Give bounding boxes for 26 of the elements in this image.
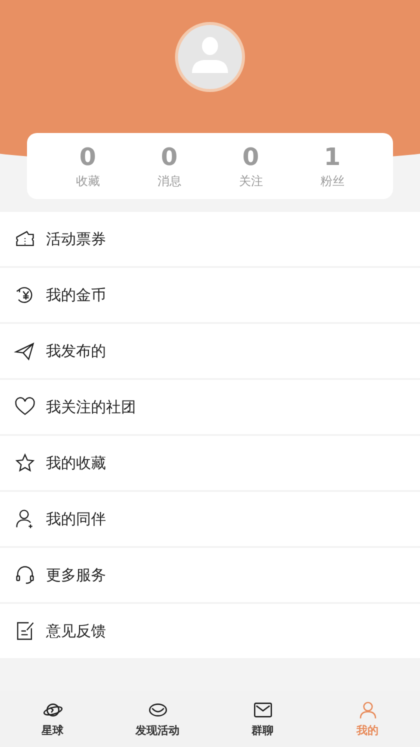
stat-count: 0 xyxy=(242,142,260,170)
stat-count: 0 xyxy=(79,142,96,170)
headset-icon xyxy=(14,564,36,586)
stat-count: 1 xyxy=(324,142,341,170)
menu-item[interactable]: 我的收藏 xyxy=(0,436,420,490)
menu-item[interactable]: 活动票券 xyxy=(0,212,420,266)
stat-label: 收藏 xyxy=(76,172,100,190)
paper-plane-icon xyxy=(14,340,36,362)
menu-item[interactable]: 我关注的社团 xyxy=(0,380,420,434)
stat-label: 粉丝 xyxy=(320,172,344,190)
menu-item[interactable]: 我发布的 xyxy=(0,324,420,378)
stat-label: 关注 xyxy=(238,172,263,190)
stat-count: 0 xyxy=(160,142,178,170)
envelope-icon xyxy=(252,700,274,720)
menu-item[interactable]: 我的金币 xyxy=(0,268,420,322)
heart-icon xyxy=(14,396,36,418)
stat-label: 消息 xyxy=(157,172,182,190)
tab[interactable]: 星球 xyxy=(0,691,105,747)
tab[interactable]: 发现活动 xyxy=(105,691,210,747)
note-icon xyxy=(14,620,36,642)
menu-item[interactable]: 意见反馈 xyxy=(0,604,420,658)
tab[interactable]: 群聊 xyxy=(210,691,315,747)
menu-item[interactable]: 我的同伴 xyxy=(0,492,420,546)
menu-item[interactable]: 更多服务 xyxy=(0,548,420,602)
star-icon xyxy=(14,452,36,474)
avatar-icon[interactable] xyxy=(174,21,246,93)
